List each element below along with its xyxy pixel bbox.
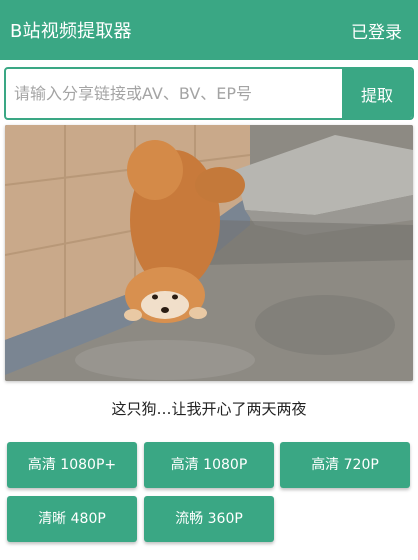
thumbnail-image: [5, 125, 413, 381]
quality-button-480p[interactable]: 清晰 480P: [7, 496, 137, 542]
quality-button-1080p[interactable]: 高清 1080P: [144, 442, 274, 488]
login-status-button[interactable]: 已登录: [351, 18, 402, 43]
video-thumbnail[interactable]: [5, 125, 413, 381]
extract-button[interactable]: 提取: [342, 69, 412, 118]
link-input[interactable]: [6, 69, 342, 118]
quality-button-720p[interactable]: 高清 720P: [280, 442, 410, 488]
app-title: B站视频提取器: [10, 21, 132, 42]
quality-button-1080p-plus[interactable]: 高清 1080P+: [7, 442, 137, 488]
search-bar: 提取: [4, 67, 414, 120]
app-bar: B站视频提取器 已登录: [0, 0, 418, 60]
video-title: 这只狗…让我开心了两天两夜: [111, 400, 307, 418]
quality-button-360p[interactable]: 流畅 360P: [144, 496, 274, 542]
